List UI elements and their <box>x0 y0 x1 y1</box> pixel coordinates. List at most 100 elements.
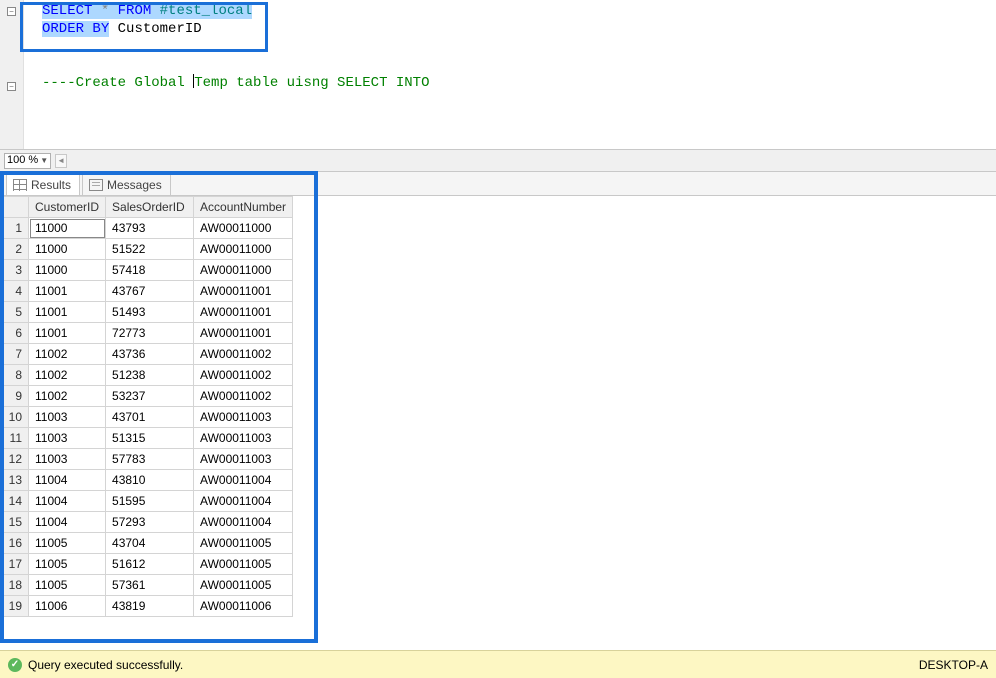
row-number[interactable]: 7 <box>1 344 29 365</box>
cell[interactable]: AW00011001 <box>194 323 293 344</box>
table-row[interactable]: 161100543704AW00011005 <box>1 533 293 554</box>
table-row[interactable]: 111100351315AW00011003 <box>1 428 293 449</box>
row-number[interactable]: 15 <box>1 512 29 533</box>
cell[interactable]: 11002 <box>29 344 106 365</box>
cell[interactable]: 11002 <box>29 365 106 386</box>
cell[interactable]: 11004 <box>29 470 106 491</box>
cell[interactable]: 11005 <box>29 533 106 554</box>
table-row[interactable]: 71100243736AW00011002 <box>1 344 293 365</box>
cell[interactable]: 43736 <box>106 344 194 365</box>
table-row[interactable]: 171100551612AW00011005 <box>1 554 293 575</box>
cell[interactable]: 43819 <box>106 596 194 617</box>
cell[interactable]: 51493 <box>106 302 194 323</box>
cell[interactable]: 11003 <box>29 449 106 470</box>
scroll-left-icon[interactable]: ◄ <box>55 154 67 168</box>
cell[interactable]: 11001 <box>29 281 106 302</box>
fold-icon[interactable] <box>7 7 16 16</box>
row-number[interactable]: 4 <box>1 281 29 302</box>
cell[interactable]: 11005 <box>29 554 106 575</box>
row-number[interactable]: 9 <box>1 386 29 407</box>
cell[interactable]: 11001 <box>29 323 106 344</box>
tab-messages[interactable]: Messages <box>82 173 171 195</box>
cell[interactable]: AW00011004 <box>194 512 293 533</box>
row-number[interactable]: 8 <box>1 365 29 386</box>
table-row[interactable]: 141100451595AW00011004 <box>1 491 293 512</box>
cell[interactable]: AW00011003 <box>194 449 293 470</box>
table-row[interactable]: 11100043793AW00011000 <box>1 218 293 239</box>
column-header[interactable]: SalesOrderID <box>106 197 194 218</box>
row-number[interactable]: 1 <box>1 218 29 239</box>
cell[interactable]: 51238 <box>106 365 194 386</box>
cell[interactable]: AW00011006 <box>194 596 293 617</box>
cell[interactable]: 53237 <box>106 386 194 407</box>
cell[interactable]: AW00011004 <box>194 491 293 512</box>
cell[interactable]: 11006 <box>29 596 106 617</box>
row-header-corner[interactable] <box>1 197 29 218</box>
code-area[interactable]: SELECT * FROM #test_local ORDER BY Custo… <box>24 0 996 149</box>
cell[interactable]: 11003 <box>29 428 106 449</box>
cell[interactable]: 57293 <box>106 512 194 533</box>
row-number[interactable]: 14 <box>1 491 29 512</box>
table-row[interactable]: 21100051522AW00011000 <box>1 239 293 260</box>
table-row[interactable]: 91100253237AW00011002 <box>1 386 293 407</box>
row-number[interactable]: 16 <box>1 533 29 554</box>
cell[interactable]: AW00011005 <box>194 575 293 596</box>
fold-icon[interactable] <box>7 82 16 91</box>
cell[interactable]: 11003 <box>29 407 106 428</box>
cell[interactable]: 11000 <box>29 239 106 260</box>
cell[interactable]: 43701 <box>106 407 194 428</box>
sql-editor-pane[interactable]: SELECT * FROM #test_local ORDER BY Custo… <box>0 0 996 150</box>
cell[interactable]: 11002 <box>29 386 106 407</box>
row-number[interactable]: 12 <box>1 449 29 470</box>
table-row[interactable]: 51100151493AW00011001 <box>1 302 293 323</box>
cell[interactable]: 51612 <box>106 554 194 575</box>
cell[interactable]: AW00011004 <box>194 470 293 491</box>
cell[interactable]: AW00011005 <box>194 554 293 575</box>
cell[interactable]: AW00011003 <box>194 407 293 428</box>
cell[interactable]: 57783 <box>106 449 194 470</box>
cell[interactable]: AW00011002 <box>194 386 293 407</box>
cell[interactable]: 11005 <box>29 575 106 596</box>
cell[interactable]: AW00011005 <box>194 533 293 554</box>
cell[interactable]: 11001 <box>29 302 106 323</box>
cell[interactable]: AW00011000 <box>194 218 293 239</box>
zoom-select[interactable]: 100 %▼ <box>4 153 51 169</box>
table-row[interactable]: 31100057418AW00011000 <box>1 260 293 281</box>
cell[interactable]: 11000 <box>29 260 106 281</box>
cell[interactable]: AW00011000 <box>194 239 293 260</box>
cell[interactable]: AW00011002 <box>194 365 293 386</box>
row-number[interactable]: 17 <box>1 554 29 575</box>
table-row[interactable]: 151100457293AW00011004 <box>1 512 293 533</box>
table-row[interactable]: 61100172773AW00011001 <box>1 323 293 344</box>
column-header[interactable]: AccountNumber <box>194 197 293 218</box>
code-line[interactable] <box>24 38 996 56</box>
table-row[interactable]: 181100557361AW00011005 <box>1 575 293 596</box>
cell[interactable]: 43704 <box>106 533 194 554</box>
cell[interactable]: 72773 <box>106 323 194 344</box>
row-number[interactable]: 5 <box>1 302 29 323</box>
cell[interactable]: 11004 <box>29 491 106 512</box>
row-number[interactable]: 2 <box>1 239 29 260</box>
row-number[interactable]: 11 <box>1 428 29 449</box>
cell[interactable]: AW00011003 <box>194 428 293 449</box>
cell[interactable]: 57418 <box>106 260 194 281</box>
table-row[interactable]: 81100251238AW00011002 <box>1 365 293 386</box>
column-header[interactable]: CustomerID <box>29 197 106 218</box>
table-row[interactable]: 101100343701AW00011003 <box>1 407 293 428</box>
cell[interactable]: AW00011001 <box>194 281 293 302</box>
cell[interactable]: AW00011002 <box>194 344 293 365</box>
code-line[interactable] <box>24 56 996 74</box>
cell[interactable]: 51522 <box>106 239 194 260</box>
cell[interactable]: 11000 <box>29 218 106 239</box>
row-number[interactable]: 3 <box>1 260 29 281</box>
table-row[interactable]: 131100443810AW00011004 <box>1 470 293 491</box>
cell[interactable]: 51595 <box>106 491 194 512</box>
cell[interactable]: 43793 <box>106 218 194 239</box>
table-row[interactable]: 121100357783AW00011003 <box>1 449 293 470</box>
row-number[interactable]: 18 <box>1 575 29 596</box>
results-grid[interactable]: CustomerID SalesOrderID AccountNumber 11… <box>0 196 293 617</box>
table-row[interactable]: 41100143767AW00011001 <box>1 281 293 302</box>
row-number[interactable]: 6 <box>1 323 29 344</box>
cell[interactable]: 43810 <box>106 470 194 491</box>
code-line[interactable]: SELECT * FROM #test_local <box>24 2 996 20</box>
